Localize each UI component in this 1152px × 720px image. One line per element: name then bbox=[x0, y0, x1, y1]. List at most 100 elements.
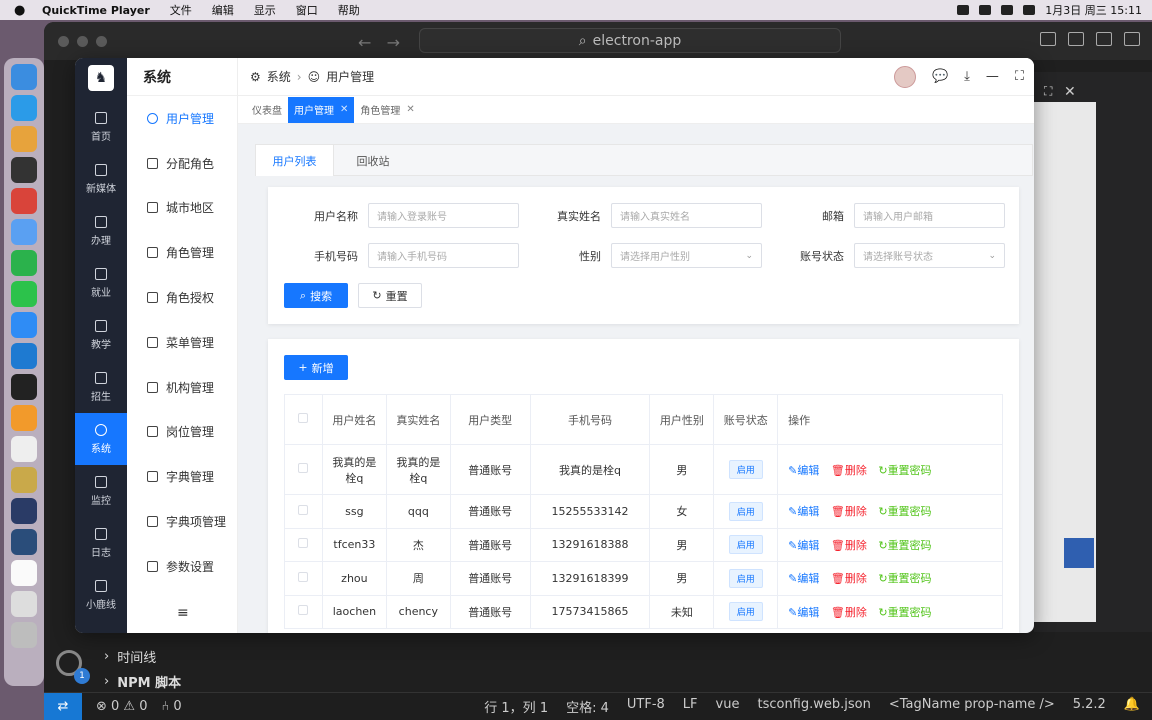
delete-button[interactable]: 🗑删除 bbox=[831, 505, 867, 518]
rail-item-admission[interactable]: 招生 bbox=[75, 361, 127, 413]
expand-icon[interactable]: ⛶ bbox=[1044, 84, 1052, 99]
reset-password-button[interactable]: ↻重置密码 bbox=[878, 505, 931, 518]
cursor-position[interactable]: 行 1，列 1 bbox=[484, 697, 548, 716]
terminal-icon[interactable] bbox=[11, 374, 37, 400]
hbuilder-icon[interactable] bbox=[11, 250, 37, 276]
rail-item-office[interactable]: 办理 bbox=[75, 205, 127, 257]
screenshot-icon[interactable] bbox=[11, 591, 37, 617]
edit-button[interactable]: ✎编辑 bbox=[788, 464, 819, 477]
rail-item-system[interactable]: 系统 bbox=[75, 413, 127, 465]
sidebar-item-city-region[interactable]: 城市地区 bbox=[127, 186, 237, 231]
delete-button[interactable]: 🗑删除 bbox=[831, 539, 867, 552]
electron-app-icon[interactable] bbox=[11, 498, 37, 524]
floating-button[interactable] bbox=[1064, 538, 1094, 568]
reset-password-button[interactable]: ↻重置密码 bbox=[878, 539, 931, 552]
sidebar-item-dict-management[interactable]: 字典管理 bbox=[127, 454, 237, 499]
battery-icon[interactable] bbox=[1001, 5, 1014, 15]
add-user-button[interactable]: + 新增 bbox=[284, 355, 348, 380]
toggle-sidebar-icon[interactable] bbox=[1040, 32, 1056, 46]
obs-icon[interactable] bbox=[11, 157, 37, 183]
sidebar-item-org-management[interactable]: 机构管理 bbox=[127, 365, 237, 410]
close-icon[interactable]: ✕ bbox=[340, 104, 348, 115]
toggle-panel-icon[interactable] bbox=[1068, 32, 1084, 46]
reset-password-button[interactable]: ↻重置密码 bbox=[878, 606, 931, 619]
launchpad-icon[interactable] bbox=[11, 126, 37, 152]
chrome-icon[interactable] bbox=[11, 188, 37, 214]
tree-item-timeline[interactable]: › 时间线 bbox=[104, 644, 181, 669]
record-icon[interactable] bbox=[957, 5, 970, 15]
delete-button[interactable]: 🗑删除 bbox=[831, 606, 867, 619]
document-icon[interactable] bbox=[11, 560, 37, 586]
feishu-icon[interactable] bbox=[11, 312, 37, 338]
delete-button[interactable]: 🗑删除 bbox=[831, 464, 867, 477]
tab-user-list[interactable]: 用户列表 bbox=[256, 145, 334, 176]
remote-icon[interactable]: ⇄ bbox=[44, 693, 82, 720]
apple-icon[interactable]: ● bbox=[14, 3, 34, 18]
sidebar-item-assign-role[interactable]: 分配角色 bbox=[127, 141, 237, 186]
notifications-icon[interactable]: 🔔 bbox=[1124, 697, 1140, 716]
phone-input[interactable]: 请输入手机号码 bbox=[368, 243, 519, 268]
menu-file[interactable]: 文件 bbox=[170, 2, 192, 18]
tab-user-management[interactable]: 用户管理 ✕ bbox=[288, 96, 355, 123]
collapse-menu-icon[interactable]: ≡ bbox=[177, 605, 189, 621]
indentation[interactable]: 空格: 4 bbox=[566, 697, 609, 716]
atom-icon[interactable] bbox=[11, 529, 37, 555]
row-checkbox[interactable] bbox=[298, 504, 309, 515]
zoom-window-button[interactable] bbox=[96, 36, 107, 47]
avatar[interactable] bbox=[893, 65, 916, 88]
rail-item-teaching[interactable]: 教学 bbox=[75, 309, 127, 361]
tab-dashboard[interactable]: 仪表盘 bbox=[246, 97, 288, 123]
trash-icon[interactable] bbox=[11, 622, 37, 648]
rail-item-employment[interactable]: 就业 bbox=[75, 257, 127, 309]
rail-item-media[interactable]: 新媒体 bbox=[75, 153, 127, 205]
edit-button[interactable]: ✎编辑 bbox=[788, 606, 819, 619]
tree-item-npm-scripts[interactable]: › NPM 脚本 bbox=[104, 669, 181, 694]
close-icon[interactable]: ✕ bbox=[406, 104, 414, 115]
menubar-clock[interactable]: 1月3日 周三 15:11 bbox=[1045, 2, 1142, 18]
select-all-checkbox[interactable] bbox=[298, 413, 309, 423]
row-checkbox[interactable] bbox=[298, 538, 309, 549]
gender-select[interactable]: 请选择用户性别 ⌄ bbox=[611, 243, 762, 268]
sublime-icon[interactable] bbox=[11, 405, 37, 431]
ts-version[interactable]: 5.2.2 bbox=[1073, 697, 1106, 716]
app-icon[interactable] bbox=[11, 219, 37, 245]
vscode-icon[interactable] bbox=[11, 343, 37, 369]
menu-help[interactable]: 帮助 bbox=[338, 2, 360, 18]
ports-status[interactable]: ⑃ 0 bbox=[162, 699, 182, 714]
message-icon[interactable]: 💬 bbox=[932, 69, 948, 84]
sidebar-item-param-settings[interactable]: 参数设置 bbox=[127, 544, 237, 589]
rail-item-xiaoluxian[interactable]: 小鹿线 bbox=[75, 569, 127, 621]
instruments-icon[interactable] bbox=[11, 467, 37, 493]
minimize-icon[interactable]: — bbox=[986, 69, 999, 84]
safari-icon[interactable] bbox=[11, 95, 37, 121]
realname-input[interactable]: 请输入真实姓名 bbox=[611, 203, 762, 228]
sidebar-item-dict-item-management[interactable]: 字典项管理 bbox=[127, 499, 237, 544]
tab-recycle-bin[interactable]: 回收站 bbox=[334, 145, 412, 176]
edit-button[interactable]: ✎编辑 bbox=[788, 572, 819, 585]
rail-item-log[interactable]: 日志 bbox=[75, 517, 127, 569]
breadcrumb-root[interactable]: 系统 bbox=[267, 68, 291, 85]
nav-arrows-icon[interactable]: ← → bbox=[358, 33, 400, 52]
tab-role-management[interactable]: 角色管理 ✕ bbox=[354, 97, 420, 123]
spotlight-icon[interactable] bbox=[1023, 5, 1036, 15]
reset-password-button[interactable]: ↻重置密码 bbox=[878, 464, 931, 477]
toggle-secondary-sidebar-icon[interactable] bbox=[1096, 32, 1112, 46]
typora-icon[interactable] bbox=[11, 436, 37, 462]
search-button[interactable]: ⌕ 搜索 bbox=[284, 283, 348, 308]
rail-item-monitor[interactable]: 监控 bbox=[75, 465, 127, 517]
wifi-icon[interactable] bbox=[979, 5, 992, 15]
wechat-icon[interactable] bbox=[11, 281, 37, 307]
menu-view[interactable]: 显示 bbox=[254, 2, 276, 18]
row-checkbox[interactable] bbox=[298, 605, 309, 616]
username-input[interactable]: 请输入登录账号 bbox=[368, 203, 519, 228]
edit-button[interactable]: ✎编辑 bbox=[788, 539, 819, 552]
command-center-search[interactable]: ⌕ electron-app bbox=[419, 28, 841, 53]
fullscreen-icon[interactable]: ⛶ bbox=[1015, 69, 1024, 84]
edit-button[interactable]: ✎编辑 bbox=[788, 505, 819, 518]
sidebar-item-role-authorization[interactable]: 角色授权 bbox=[127, 275, 237, 320]
problems-status[interactable]: ⊗ 0 ⚠ 0 bbox=[96, 699, 148, 714]
line-ending[interactable]: LF bbox=[683, 697, 698, 716]
rail-item-home[interactable]: 首页 bbox=[75, 101, 127, 153]
customize-layout-icon[interactable] bbox=[1124, 32, 1140, 46]
sidebar-item-post-management[interactable]: 岗位管理 bbox=[127, 410, 237, 455]
